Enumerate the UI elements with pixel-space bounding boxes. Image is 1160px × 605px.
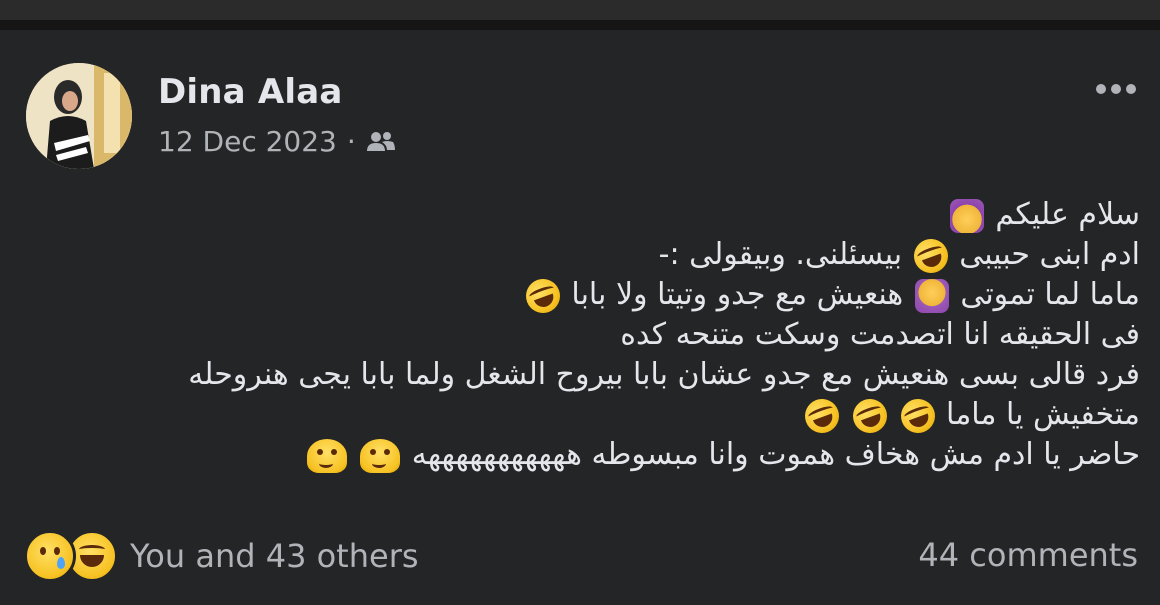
post-line-3: ماما لما تموتى هنعيش مع جدو وتيتا ولا با…	[20, 273, 1140, 318]
rolling-laughing-emoji	[521, 273, 565, 318]
rolling-laughing-emoji	[908, 233, 953, 278]
post-line-text: هنعيش مع جدو وتيتا ولا بابا	[571, 277, 904, 312]
rolling-laughing-emoji	[800, 393, 845, 438]
melting-face-emoji	[306, 438, 347, 473]
rolling-laughing-emoji	[848, 393, 892, 438]
post-line-text: فى الحقيقه انا اتصدمت وسكت متنحه كده	[620, 317, 1140, 352]
author-name[interactable]: Dina Alaa	[158, 72, 343, 112]
post-line-7: حاضر يا ادم مش هخاف هموت وانا مبسوطه ههه…	[20, 435, 1140, 475]
friends-icon[interactable]	[366, 131, 396, 153]
post-body: سلام عليكم ادم ابنى حبيبى بيسئلنى. وبيقو…	[20, 195, 1140, 475]
author-avatar[interactable]	[26, 63, 132, 169]
post-card: Dina Alaa 12 Dec 2023 · سلام عليكم ادم ا…	[0, 30, 1160, 605]
feed-divider	[0, 20, 1160, 30]
post-line-text: سلام عليكم	[995, 197, 1140, 232]
post-line-text: ماما لما تموتى	[960, 277, 1140, 312]
melting-face-emoji	[360, 438, 401, 473]
post-date[interactable]: 12 Dec 2023	[158, 125, 337, 158]
post-line-2: ادم ابنى حبيبى بيسئلنى. وبيقولى :-	[20, 233, 1140, 278]
reactions-summary[interactable]: You and 43 others	[24, 530, 419, 582]
raising-hand-emoji	[949, 198, 984, 233]
post-line-text: فرد قالى بسى هنعيش مع جدو عشان بابا بيرو…	[188, 357, 1140, 392]
post-line-6: متخفيش يا ماما	[20, 393, 1140, 438]
post-line-text: بيسئلنى. وبيقولى :-	[658, 237, 903, 272]
post-line-text: حاضر يا ادم مش هخاف هموت وانا مبسوطه ههه…	[411, 437, 1140, 472]
rolling-laughing-emoji	[895, 393, 940, 438]
post-line-1: سلام عليكم	[20, 195, 1140, 235]
no-gesture-emoji	[914, 278, 949, 313]
more-options-icon[interactable]	[1094, 80, 1138, 98]
post-line-5: فرد قالى بسى هنعيش مع جدو عشان بابا بيرو…	[20, 355, 1140, 395]
post-meta: 12 Dec 2023 ·	[158, 125, 396, 158]
previous-post-edge	[0, 0, 1160, 20]
post-line-text: متخفيش يا ماما	[946, 397, 1140, 432]
post-line-4: فى الحقيقه انا اتصدمت وسكت متنحه كده	[20, 315, 1140, 355]
post-line-text: ادم ابنى حبيبى	[959, 237, 1140, 272]
comments-count[interactable]: 44 comments	[918, 536, 1138, 574]
meta-separator: ·	[346, 125, 356, 158]
reactions-count[interactable]: You and 43 others	[130, 537, 419, 575]
avatar-photo	[26, 63, 132, 169]
sad-reaction-icon	[24, 530, 76, 582]
